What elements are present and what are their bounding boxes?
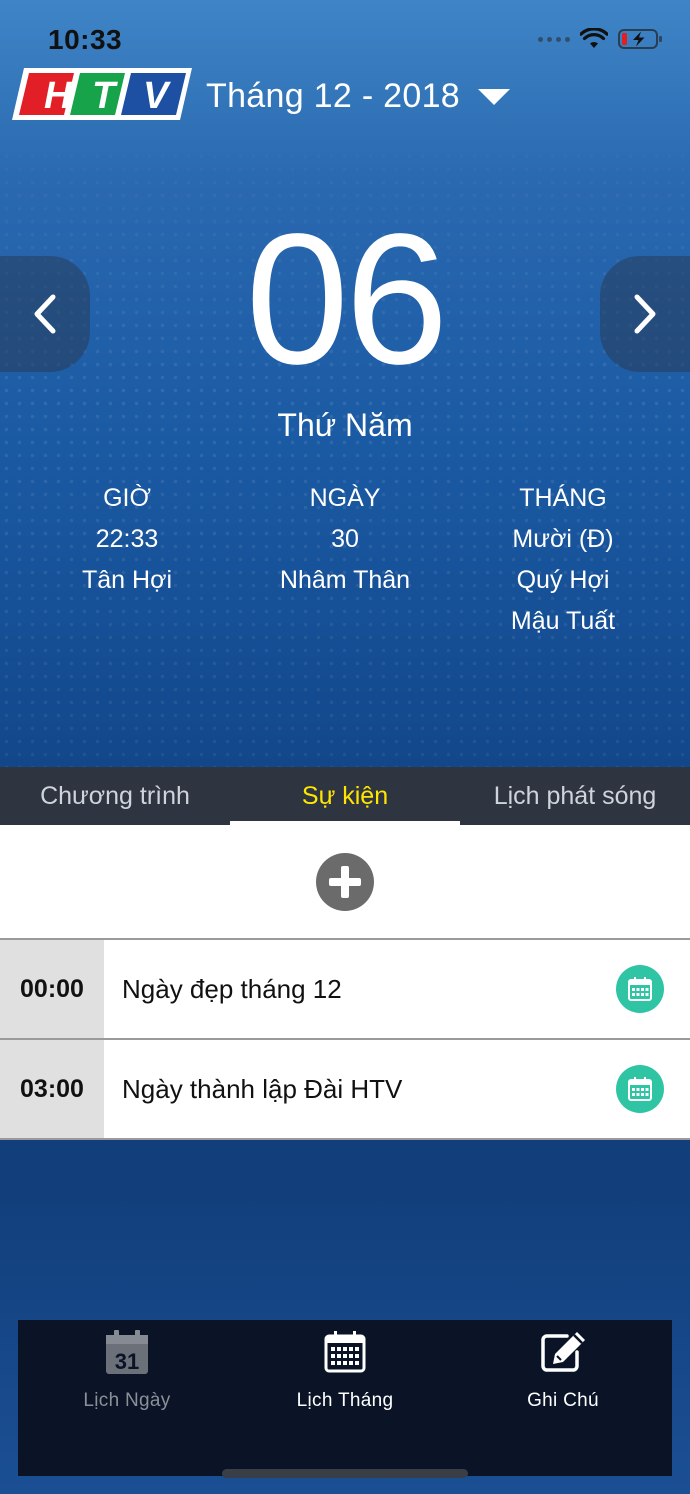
lunar-day-canchi: Nhâm Thân xyxy=(279,566,411,594)
tab-broadcast-schedule[interactable]: Lịch phát sóng xyxy=(460,767,690,825)
calendar-icon xyxy=(616,1065,664,1113)
status-icons xyxy=(538,28,664,50)
lunar-year-canchi: Mậu Tuất xyxy=(510,607,616,635)
home-indicator xyxy=(222,1469,468,1478)
svg-text:31: 31 xyxy=(115,1349,139,1374)
event-time: 03:00 xyxy=(0,1040,104,1138)
day-calendar-icon: 31 xyxy=(103,1328,151,1376)
weekday-label: Thứ Năm xyxy=(277,407,413,443)
event-row[interactable]: 03:00 Ngày thành lập Đài HTV xyxy=(0,1040,690,1140)
lunar-hour-heading: GIỜ xyxy=(103,484,151,512)
event-row[interactable]: 00:00 Ngày đẹp tháng 12 xyxy=(0,940,690,1040)
lunar-hour-value: 22:33 xyxy=(95,525,159,553)
lunar-month: THÁNG Mười (Đ) Quý Hợi Mậu Tuất xyxy=(448,478,678,642)
day-number: 06 xyxy=(245,196,449,403)
nav-day-calendar[interactable]: 31 Lịch Ngày xyxy=(18,1320,236,1476)
wifi-icon xyxy=(580,28,608,48)
battery-charging-icon xyxy=(618,29,662,49)
tab-programs[interactable]: Chương trình xyxy=(0,767,230,825)
svg-text:T: T xyxy=(92,75,118,117)
tab-bar: Chương trình Sự kiện Lịch phát sóng xyxy=(0,767,690,825)
nav-month-calendar-label: Lịch Tháng xyxy=(296,1390,394,1411)
month-calendar-icon xyxy=(321,1328,369,1376)
month-label: Tháng 12 - 2018 xyxy=(206,76,461,115)
htv-logo: H T V xyxy=(12,68,192,120)
event-title: Ngày thành lập Đài HTV xyxy=(122,1073,403,1104)
note-edit-icon xyxy=(539,1328,587,1376)
month-picker[interactable]: Tháng 12 - 2018 xyxy=(206,74,511,118)
nav-day-calendar-label: Lịch Ngày xyxy=(83,1390,171,1411)
lunar-month-value: Mười (Đ) xyxy=(512,525,614,553)
lunar-day-value: 30 xyxy=(331,525,359,553)
lunar-day-heading: NGÀY xyxy=(309,484,381,512)
status-time: 10:33 xyxy=(48,24,123,55)
event-title: Ngày đẹp tháng 12 xyxy=(122,973,342,1004)
cellular-signal-icon xyxy=(538,36,570,42)
add-event-button[interactable] xyxy=(316,852,374,911)
lunar-hour: GIỜ 22:33 Tân Hợi xyxy=(12,478,242,601)
lunar-month-heading: THÁNG xyxy=(519,484,607,512)
svg-text:H: H xyxy=(44,75,73,117)
tab-events[interactable]: Sự kiện xyxy=(230,767,460,825)
calendar-icon xyxy=(616,965,664,1013)
dropdown-caret-icon xyxy=(478,89,511,105)
bottom-navigation: 31 Lịch Ngày Lịch Tháng Ghi Chú xyxy=(18,1320,672,1476)
lunar-month-canchi: Quý Hợi xyxy=(516,566,610,594)
event-calendar-button[interactable] xyxy=(590,940,690,1038)
event-calendar-button[interactable] xyxy=(590,1040,690,1138)
lunar-day: NGÀY 30 Nhâm Thân xyxy=(230,478,460,601)
event-time: 00:00 xyxy=(0,940,104,1038)
nav-month-calendar[interactable]: Lịch Tháng xyxy=(236,1320,454,1476)
nav-notes-label: Ghi Chú xyxy=(527,1390,599,1411)
add-event-row xyxy=(0,825,690,940)
events-list: 00:00 Ngày đẹp tháng 12 03:00 Ngày thành… xyxy=(0,825,690,1140)
svg-text:V: V xyxy=(143,75,171,117)
lunar-hour-canchi: Tân Hợi xyxy=(81,566,173,594)
nav-notes[interactable]: Ghi Chú xyxy=(454,1320,672,1476)
